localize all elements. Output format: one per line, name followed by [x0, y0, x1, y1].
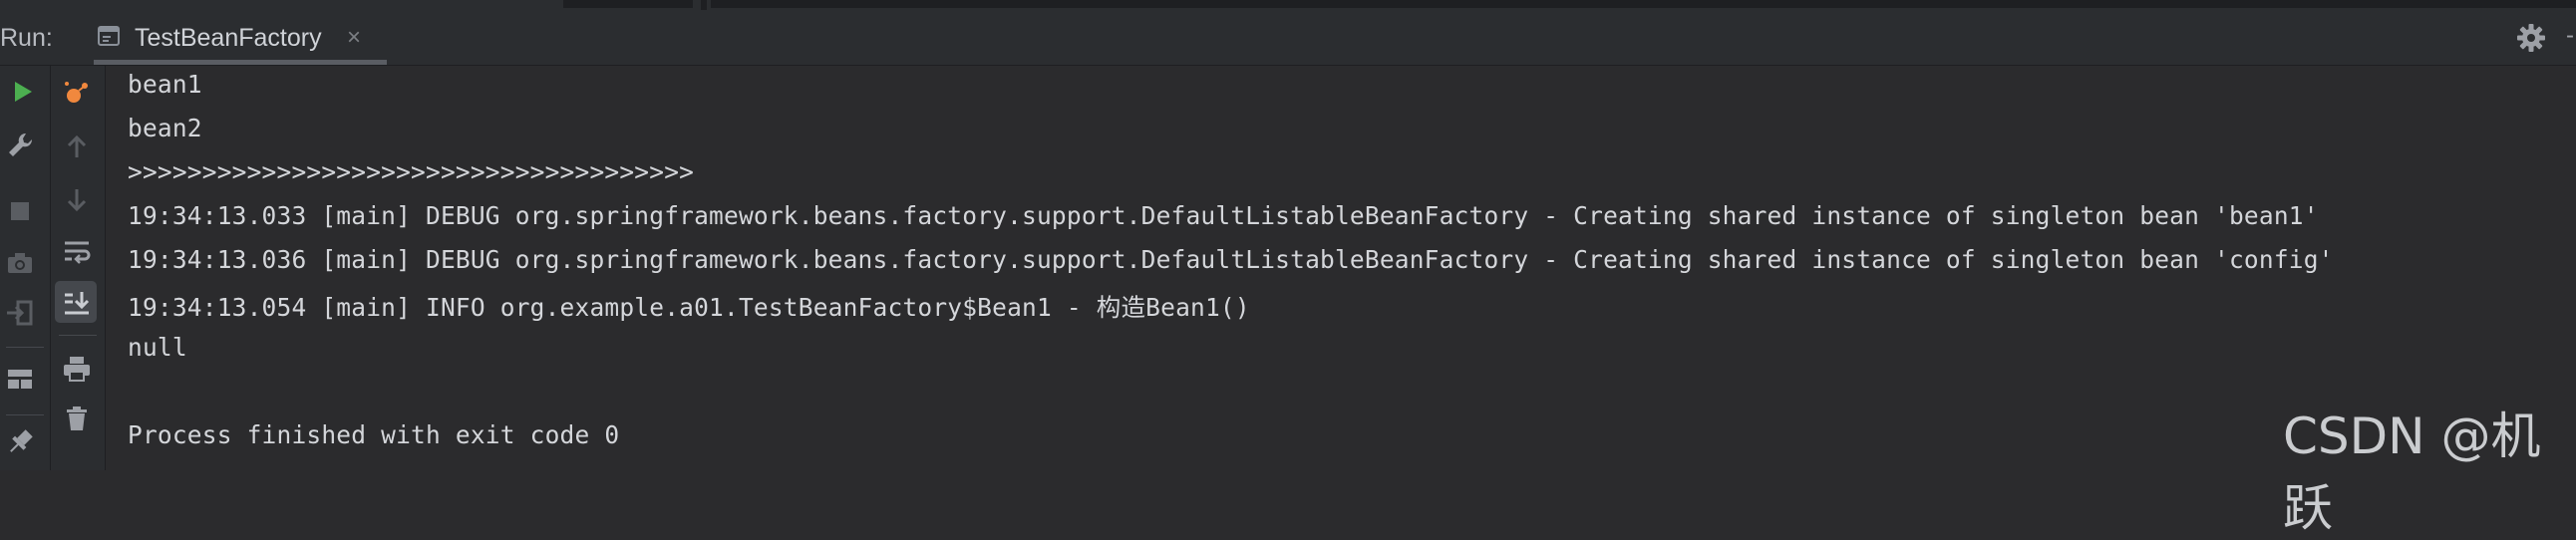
hide-panel-button[interactable]: -: [2566, 22, 2574, 50]
console-line: null: [128, 333, 187, 362]
exit-icon[interactable]: [4, 297, 36, 329]
debug-services-icon[interactable]: [61, 78, 93, 110]
tab-active-indicator: [94, 60, 387, 65]
console-line: 19:34:13.033 [main] DEBUG org.springfram…: [128, 201, 2319, 230]
toolbar-divider: [6, 347, 44, 348]
pin-icon[interactable]: [4, 426, 36, 458]
tab-label: TestBeanFactory: [135, 24, 322, 52]
left-toolbar: [0, 66, 51, 470]
console-icon: [98, 26, 120, 46]
camera-icon[interactable]: [4, 247, 36, 279]
top-strip: [0, 0, 2576, 12]
run-panel-header: Run: TestBeanFactory × -: [0, 12, 2576, 66]
editor-scrollbar-segment: [563, 0, 693, 8]
gear-icon[interactable]: [2514, 21, 2548, 55]
scroll-to-end-icon[interactable]: [61, 287, 93, 319]
console-output[interactable]: bean1 bean2 >>>>>>>>>>>>>>>>>>>>>>>>>>>>…: [106, 66, 2576, 470]
editor-scrollbar-segment: [701, 0, 707, 10]
toolbar-divider: [6, 414, 44, 415]
console-line: bean2: [128, 114, 202, 142]
tab-testbeanfactory[interactable]: TestBeanFactory ×: [94, 12, 387, 65]
editor-scrollbar-segment: [711, 0, 2576, 8]
layout-icon[interactable]: [4, 363, 36, 395]
run-label: Run:: [0, 24, 53, 52]
wrench-icon[interactable]: [4, 130, 36, 161]
arrow-down-icon[interactable]: [61, 183, 93, 215]
toolbar-divider: [59, 335, 97, 336]
watermark: CSDN @机跃: [2283, 407, 2541, 537]
side-toolbar: [51, 66, 106, 470]
trash-icon[interactable]: [61, 403, 93, 434]
console-line: Process finished with exit code 0: [128, 420, 620, 449]
print-icon[interactable]: [61, 353, 93, 385]
stop-icon[interactable]: [4, 195, 36, 227]
console-line: >>>>>>>>>>>>>>>>>>>>>>>>>>>>>>>>>>>>>>: [128, 157, 695, 186]
console-line: 19:34:13.036 [main] DEBUG org.springfram…: [128, 245, 2334, 274]
console-line: 19:34:13.054 [main] INFO org.example.a01…: [128, 293, 1250, 322]
arrow-up-icon[interactable]: [61, 132, 93, 163]
soft-wrap-icon[interactable]: [61, 235, 93, 267]
rerun-icon[interactable]: [6, 76, 38, 108]
console-line: bean1: [128, 70, 202, 99]
close-icon[interactable]: ×: [347, 24, 361, 52]
